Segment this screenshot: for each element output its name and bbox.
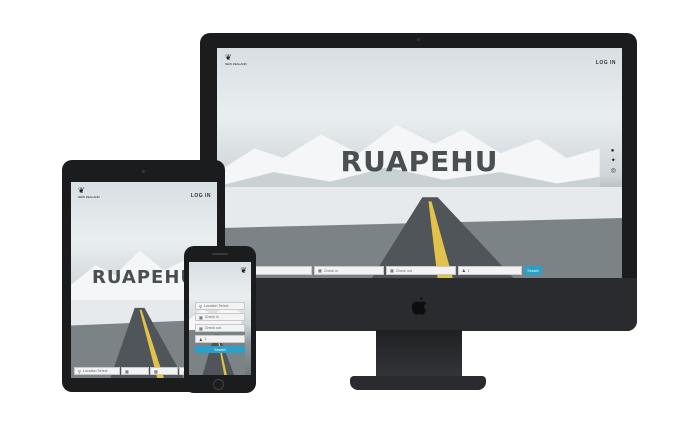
search-button[interactable]: Search xyxy=(524,266,542,275)
site-logo[interactable]: ❦ xyxy=(240,267,247,275)
imac-camera xyxy=(417,38,420,41)
check-out-label: Check out xyxy=(204,326,221,330)
check-out-field[interactable]: ▦ Check out xyxy=(386,266,456,275)
iphone-home-button[interactable] xyxy=(213,379,224,390)
fern-icon: ❦ xyxy=(225,53,232,62)
iphone-screen: ❦ ⚲ Location Select ▦ Check in ▦ Check o… xyxy=(189,262,251,375)
fern-icon: ❦ xyxy=(78,186,85,195)
check-in-label: Check in xyxy=(323,268,338,273)
check-out-field[interactable]: ▦ xyxy=(150,367,178,375)
check-out-field[interactable]: ▦ Check out xyxy=(195,324,245,332)
person-icon: ♟ xyxy=(199,336,203,342)
login-link[interactable]: LOG IN xyxy=(596,60,616,66)
person-icon: ♟ xyxy=(462,268,466,273)
hero-title: RUAPEHU xyxy=(340,145,499,178)
calendar-icon: ▦ xyxy=(318,268,322,273)
fern-icon: ❦ xyxy=(240,266,247,275)
calendar-icon: ▦ xyxy=(154,368,158,374)
facebook-icon[interactable]: ● xyxy=(611,148,616,154)
logo-text: NEW ZEALAND xyxy=(225,62,247,66)
location-select[interactable]: ⚲ Location Select xyxy=(195,302,245,310)
site-logo[interactable]: ❦ NEW ZEALAND xyxy=(78,186,100,200)
apple-logo-icon xyxy=(411,297,427,315)
pin-icon: ⚲ xyxy=(78,368,81,374)
guests-field[interactable]: ♟ 1 xyxy=(458,266,522,275)
check-out-label: Check out xyxy=(395,268,412,273)
search-bar: ⚲ Location Select ▦ Check in ▦ Check out… xyxy=(220,266,619,275)
imac-stand-neck xyxy=(376,330,462,380)
guests-value: 1 xyxy=(204,337,207,341)
login-link[interactable]: LOG IN xyxy=(191,193,211,199)
location-select-label: Location Select xyxy=(82,369,108,373)
location-select-label: Location Select xyxy=(203,304,229,308)
check-in-label: Check in xyxy=(204,315,219,319)
calendar-icon: ▦ xyxy=(199,314,203,320)
ipad-camera xyxy=(142,170,145,173)
guests-value: 1 xyxy=(467,268,470,273)
check-in-field[interactable]: ▦ Check in xyxy=(195,313,245,321)
site-logo[interactable]: ❦ NEW ZEALAND xyxy=(225,53,247,67)
guests-field[interactable]: ♟ 1 xyxy=(195,335,245,343)
logo-text: NEW ZEALAND xyxy=(78,195,100,199)
mobile-search-form: ⚲ Location Select ▦ Check in ▦ Check out… xyxy=(195,302,245,353)
check-in-field[interactable]: ▦ xyxy=(121,367,149,375)
device-mockup-stage: ❦ NEW ZEALAND LOG IN RUAPEHU ● ✦ ◎ ⚲ Loc… xyxy=(0,0,700,426)
calendar-icon: ▦ xyxy=(125,368,129,374)
search-button[interactable]: Search xyxy=(195,346,245,353)
calendar-icon: ▦ xyxy=(390,268,394,273)
iphone-speaker xyxy=(212,253,228,255)
pin-icon: ⚲ xyxy=(199,303,202,309)
imac-screen: ❦ NEW ZEALAND LOG IN RUAPEHU ● ✦ ◎ ⚲ Loc… xyxy=(217,48,622,279)
location-select[interactable]: ⚲ Location Select xyxy=(74,367,120,375)
instagram-icon[interactable]: ◎ xyxy=(611,168,616,174)
check-in-field[interactable]: ▦ Check in xyxy=(314,266,384,275)
social-links: ● ✦ ◎ xyxy=(611,148,616,174)
imac-stand-foot xyxy=(350,376,486,390)
twitter-icon[interactable]: ✦ xyxy=(611,158,616,164)
calendar-icon: ▦ xyxy=(199,325,203,331)
